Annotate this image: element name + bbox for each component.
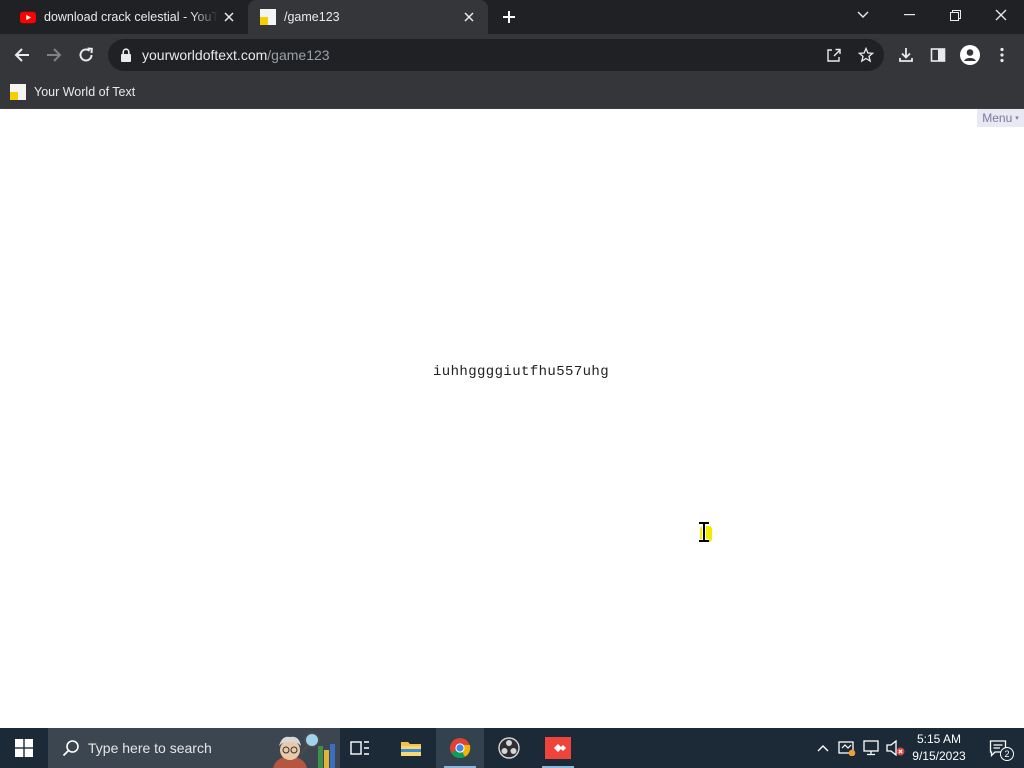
yourworldoftext-icon: [10, 84, 26, 100]
forward-button[interactable]: [40, 41, 68, 69]
chrome-taskbar-button[interactable]: [436, 728, 484, 768]
search-placeholder: Type here to search: [88, 740, 212, 756]
close-tab-icon[interactable]: [218, 6, 240, 28]
minimize-icon: [903, 14, 915, 16]
windows-logo-icon: [15, 739, 33, 757]
share-button[interactable]: [824, 45, 844, 65]
kebab-menu-icon: [1000, 47, 1004, 63]
menu-button[interactable]: Menu ▾: [977, 109, 1024, 127]
arrow-right-icon: [47, 48, 62, 62]
new-tab-button[interactable]: [498, 6, 520, 28]
close-icon: [995, 9, 1007, 21]
notification-count-badge: 2: [1000, 747, 1014, 761]
address-bar[interactable]: yourworldoftext.com/game123: [108, 39, 884, 71]
reload-icon: [79, 47, 93, 62]
obs-taskbar-button[interactable]: [485, 728, 533, 768]
minimize-button[interactable]: [886, 0, 932, 30]
url-domain: yourworldoftext.com: [142, 47, 268, 63]
browser-toolbar: yourworldoftext.com/game123: [0, 34, 1024, 76]
restore-icon: [949, 9, 961, 21]
download-icon: [899, 48, 913, 62]
tab-game123[interactable]: /game123: [248, 0, 488, 34]
lock-icon: [121, 48, 131, 62]
anydesk-icon: [545, 737, 571, 759]
file-explorer-button[interactable]: [387, 728, 435, 768]
security-tray-icon: [838, 741, 856, 756]
share-icon: [827, 48, 841, 62]
obs-icon: [498, 737, 520, 759]
clock-date: 9/15/2023: [912, 749, 966, 763]
youtube-icon: [20, 9, 36, 25]
taskbar-clock[interactable]: 5:15 AM 9/15/2023: [906, 731, 972, 765]
search-highlight-illustration: [273, 732, 335, 768]
tab-strip: download crack celestial - YouTube /game…: [0, 0, 1024, 34]
anydesk-taskbar-button[interactable]: [534, 728, 582, 768]
world-canvas[interactable]: Menu ▾ iuhhggggiutfhu557uhg: [0, 109, 1024, 728]
network-icon: [863, 740, 879, 756]
bookmark-your-world-of-text[interactable]: Your World of Text: [10, 81, 135, 103]
side-panel-icon: [930, 48, 946, 62]
star-icon: [858, 47, 874, 63]
task-view-icon: [350, 741, 369, 755]
caret-down-icon: ▾: [1015, 115, 1019, 122]
chevron-down-icon: [857, 11, 869, 18]
file-explorer-icon: [401, 742, 421, 756]
reload-button[interactable]: [72, 41, 100, 69]
menu-label: Menu: [982, 111, 1013, 125]
downloads-button[interactable]: [894, 43, 918, 67]
chevron-up-icon: [817, 745, 829, 752]
tab-title: /game123: [284, 10, 340, 24]
taskbar-search-box[interactable]: Type here to search: [48, 728, 340, 768]
chrome-icon: [450, 738, 471, 759]
network-button[interactable]: [860, 728, 882, 768]
tab-search-button[interactable]: [840, 0, 886, 30]
avatar-icon: [960, 45, 980, 65]
close-window-button[interactable]: [978, 0, 1024, 30]
ibeam-cursor-icon: [699, 521, 709, 543]
bookmark-star-button[interactable]: [856, 45, 876, 65]
world-text: iuhhggggiutfhu557uhg: [433, 364, 610, 380]
close-tab-icon[interactable]: [458, 6, 480, 28]
arrow-left-icon: [14, 48, 29, 62]
restore-button[interactable]: [932, 0, 978, 30]
volume-button[interactable]: [884, 728, 906, 768]
url-text[interactable]: yourworldoftext.com/game123: [142, 47, 330, 63]
clock-time: 5:15 AM: [916, 732, 962, 746]
tab-youtube[interactable]: download crack celestial - YouTube: [8, 0, 248, 34]
plus-icon: [503, 11, 515, 23]
profile-button[interactable]: [958, 43, 982, 67]
search-icon: [62, 740, 79, 757]
bookmark-label: Your World of Text: [34, 85, 136, 99]
url-path: /game123: [267, 47, 330, 63]
tab-title: download crack celestial - YouTube: [44, 10, 218, 24]
notification-center-button[interactable]: 2: [978, 728, 1018, 768]
speaker-muted-icon: [886, 740, 905, 756]
back-button[interactable]: [8, 41, 36, 69]
tray-app-icon[interactable]: [835, 728, 859, 768]
bookmarks-bar: Your World of Text: [0, 76, 1024, 109]
task-view-button[interactable]: [336, 728, 384, 768]
yourworldoftext-icon: [260, 9, 276, 25]
start-button[interactable]: [0, 728, 48, 768]
show-hidden-icons-button[interactable]: [813, 728, 833, 768]
side-panel-button[interactable]: [926, 43, 950, 67]
windows-taskbar: Type here to search 5:15 AM 9/15/2023 2: [0, 728, 1024, 768]
more-menu-button[interactable]: [990, 43, 1014, 67]
